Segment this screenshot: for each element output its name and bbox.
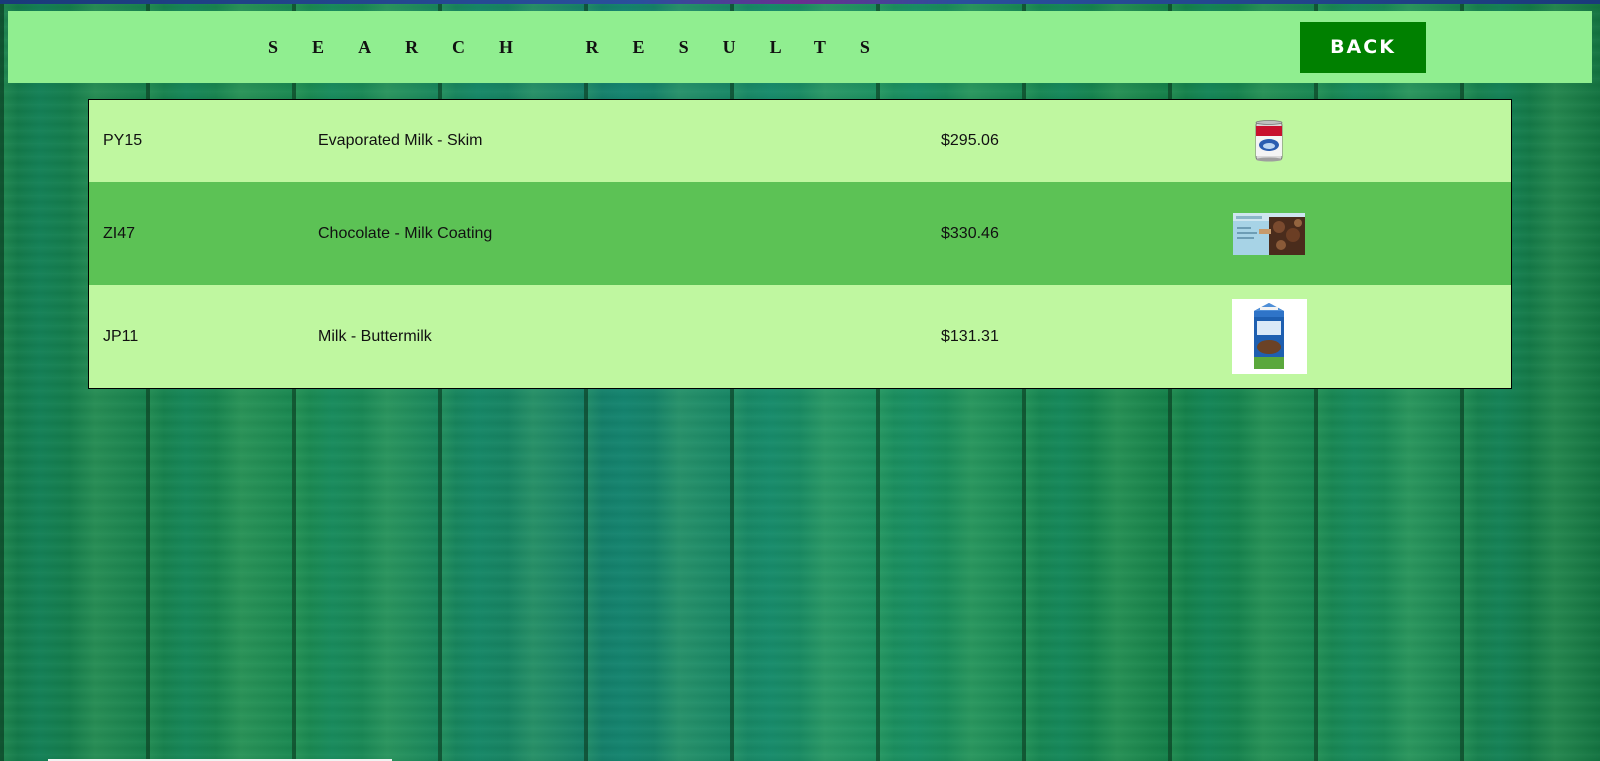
product-image[interactable] [1209,285,1329,388]
table-row[interactable]: JP11 Milk - Buttermilk $131.31 [89,285,1511,388]
product-price: $295.06 [941,132,999,149]
page-title: SEARCH RESULTS [268,37,904,57]
chocolate-coating-box-image [1233,212,1305,255]
product-price: $131.31 [941,327,999,345]
product-code: JP11 [103,327,139,345]
product-price: $330.46 [941,224,999,242]
product-code: ZI47 [103,224,136,242]
evaporated-milk-can-image [1255,120,1283,162]
search-results-header: SEARCH RESULTS BACK [8,11,1592,83]
product-name: Chocolate - Milk Coating [318,224,493,242]
browser-top-strip [0,0,1600,4]
buttermilk-carton-image [1231,299,1307,374]
product-name: Milk - Buttermilk [318,327,432,345]
product-image[interactable] [1209,182,1329,285]
product-code: PY15 [103,132,143,149]
back-button[interactable]: BACK [1300,22,1426,73]
table-row[interactable]: ZI47 Chocolate - Milk Coating $330.46 [89,182,1511,285]
product-name: Evaporated Milk - Skim [318,132,483,149]
table-row[interactable]: PY15 Evaporated Milk - Skim $295.06 [89,100,1511,182]
search-results-table: PY15 Evaporated Milk - Skim $295.06 ZI47… [88,99,1512,389]
product-image[interactable] [1209,100,1329,182]
